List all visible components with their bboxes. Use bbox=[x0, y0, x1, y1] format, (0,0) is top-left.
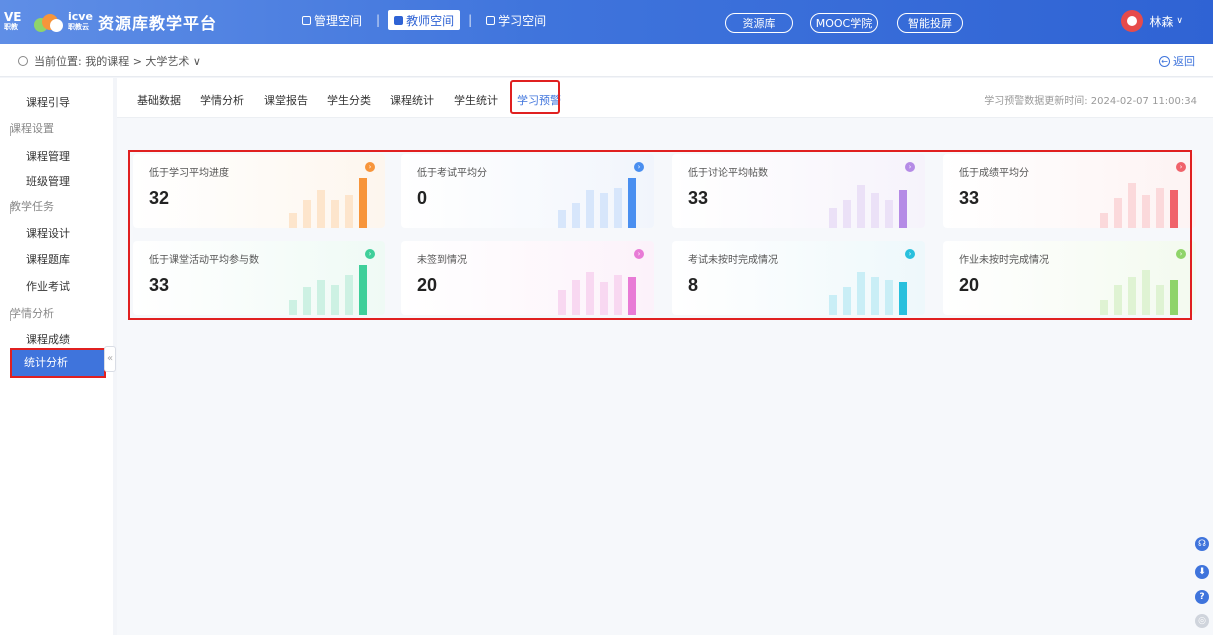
download-icon[interactable]: ⬇ bbox=[1195, 565, 1209, 579]
space-separator: | bbox=[376, 13, 381, 27]
tab-student-classification[interactable]: 学生分类 bbox=[327, 92, 371, 108]
space-study[interactable]: 学习空间 bbox=[480, 10, 552, 30]
help-icon[interactable]: ? bbox=[1195, 590, 1209, 604]
sidebar-item-question-bank[interactable]: 课程题库 bbox=[26, 251, 70, 267]
sidebar-item-statistics[interactable]: 统计分析 bbox=[10, 348, 106, 378]
breadcrumb-bar: 当前位置: 我的课程 > 大学艺术 ∨ ← 返回 bbox=[0, 44, 1213, 77]
back-label: 返回 bbox=[1173, 55, 1195, 68]
top-header: VE 职教 icve 职教云 资源库教学平台 管理空间 | 教师空间 | 学习空… bbox=[0, 0, 1213, 44]
sidebar-group-label: 教学任务 bbox=[10, 200, 54, 213]
back-button[interactable]: ← 返回 bbox=[1159, 53, 1195, 69]
tab-class-report[interactable]: 课堂报告 bbox=[264, 92, 308, 108]
space-teacher-label: 教师空间 bbox=[406, 13, 455, 28]
user-menu[interactable]: 林森 ∨ bbox=[1121, 10, 1183, 32]
update-time: 学习预警数据更新时间: 2024-02-07 11:00:34 bbox=[984, 96, 1197, 107]
cards-highlight bbox=[128, 150, 1192, 320]
sidebar-group-label: 课程设置 bbox=[10, 122, 54, 135]
space-admin-icon bbox=[302, 15, 311, 25]
breadcrumb-text: 当前位置: 我的课程 > 大学艺术 ∨ bbox=[34, 55, 201, 68]
chevron-down-icon: ∨ bbox=[1176, 16, 1183, 26]
tab-course-statistics[interactable]: 课程统计 bbox=[390, 92, 434, 108]
user-name: 林森 bbox=[1149, 14, 1174, 29]
logo-icve: icve 职教云 bbox=[68, 10, 94, 32]
space-admin-label: 管理空间 bbox=[314, 13, 363, 28]
space-separator: | bbox=[468, 13, 473, 27]
logo-ve-sub: 职教 bbox=[4, 23, 18, 31]
mooc-college-button[interactable]: MOOC学院 bbox=[810, 13, 878, 33]
logo-ve: VE 职教 bbox=[4, 10, 30, 32]
sidebar-item-course-grades[interactable]: 课程成绩 bbox=[26, 331, 70, 347]
sidebar-group-label: 学情分析 bbox=[10, 307, 54, 320]
tab-learning-analysis[interactable]: 学情分析 bbox=[200, 92, 244, 108]
location-icon bbox=[18, 56, 28, 66]
space-teacher-icon bbox=[394, 15, 404, 25]
resource-library-button[interactable]: 资源库 bbox=[725, 13, 793, 33]
logo-ve-text: VE bbox=[4, 10, 22, 24]
sidebar-item-class-management[interactable]: 班级管理 bbox=[26, 173, 70, 189]
platform-title: 资源库教学平台 bbox=[98, 14, 218, 33]
space-study-icon bbox=[486, 15, 496, 25]
space-switcher: 管理空间 | 教师空间 | 学习空间 bbox=[296, 10, 552, 30]
sidebar-item-course-guide[interactable]: 课程引导 bbox=[26, 94, 70, 110]
logo-icve-text: icve bbox=[68, 10, 93, 23]
space-admin[interactable]: 管理空间 bbox=[296, 10, 368, 30]
tab-basic-data[interactable]: 基础数据 bbox=[137, 92, 181, 108]
space-teacher[interactable]: 教师空间 bbox=[388, 10, 461, 30]
space-study-label: 学习空间 bbox=[498, 13, 547, 28]
sidebar-item-course-design[interactable]: 课程设计 bbox=[26, 225, 70, 241]
smart-cast-button[interactable]: 智能投屏 bbox=[897, 13, 963, 33]
settings-icon[interactable]: ◎ bbox=[1195, 614, 1209, 628]
sidebar-group-course-settings: 课程设置 bbox=[10, 120, 54, 136]
platform-logo[interactable]: VE 职教 icve 职教云 资源库教学平台 bbox=[4, 8, 217, 36]
sidebar-collapse-button[interactable]: « bbox=[104, 346, 116, 372]
sidebar-item-homework-exam[interactable]: 作业考试 bbox=[26, 278, 70, 294]
breadcrumb[interactable]: 当前位置: 我的课程 > 大学艺术 ∨ bbox=[18, 53, 201, 69]
avatar bbox=[1121, 10, 1144, 32]
tab-student-statistics[interactable]: 学生统计 bbox=[454, 92, 498, 108]
sidebar: 课程引导 课程设置 课程管理 班级管理 教学任务 课程设计 课程题库 作业考试 … bbox=[0, 78, 116, 635]
tab-bar: 基础数据 学情分析 课堂报告 学生分类 课程统计 学生统计 学习预警 学习预警数… bbox=[117, 78, 1213, 118]
sidebar-item-course-management[interactable]: 课程管理 bbox=[26, 148, 70, 164]
headset-icon[interactable]: ☊ bbox=[1195, 537, 1209, 551]
back-arrow-icon: ← bbox=[1159, 55, 1170, 67]
logo-icve-sub: 职教云 bbox=[68, 23, 89, 31]
active-tab-highlight bbox=[510, 80, 560, 114]
sidebar-group-learning-analysis: 学情分析 bbox=[10, 305, 54, 321]
sidebar-group-teaching-tasks: 教学任务 bbox=[10, 198, 54, 214]
cloud-logo-icon bbox=[34, 12, 64, 32]
